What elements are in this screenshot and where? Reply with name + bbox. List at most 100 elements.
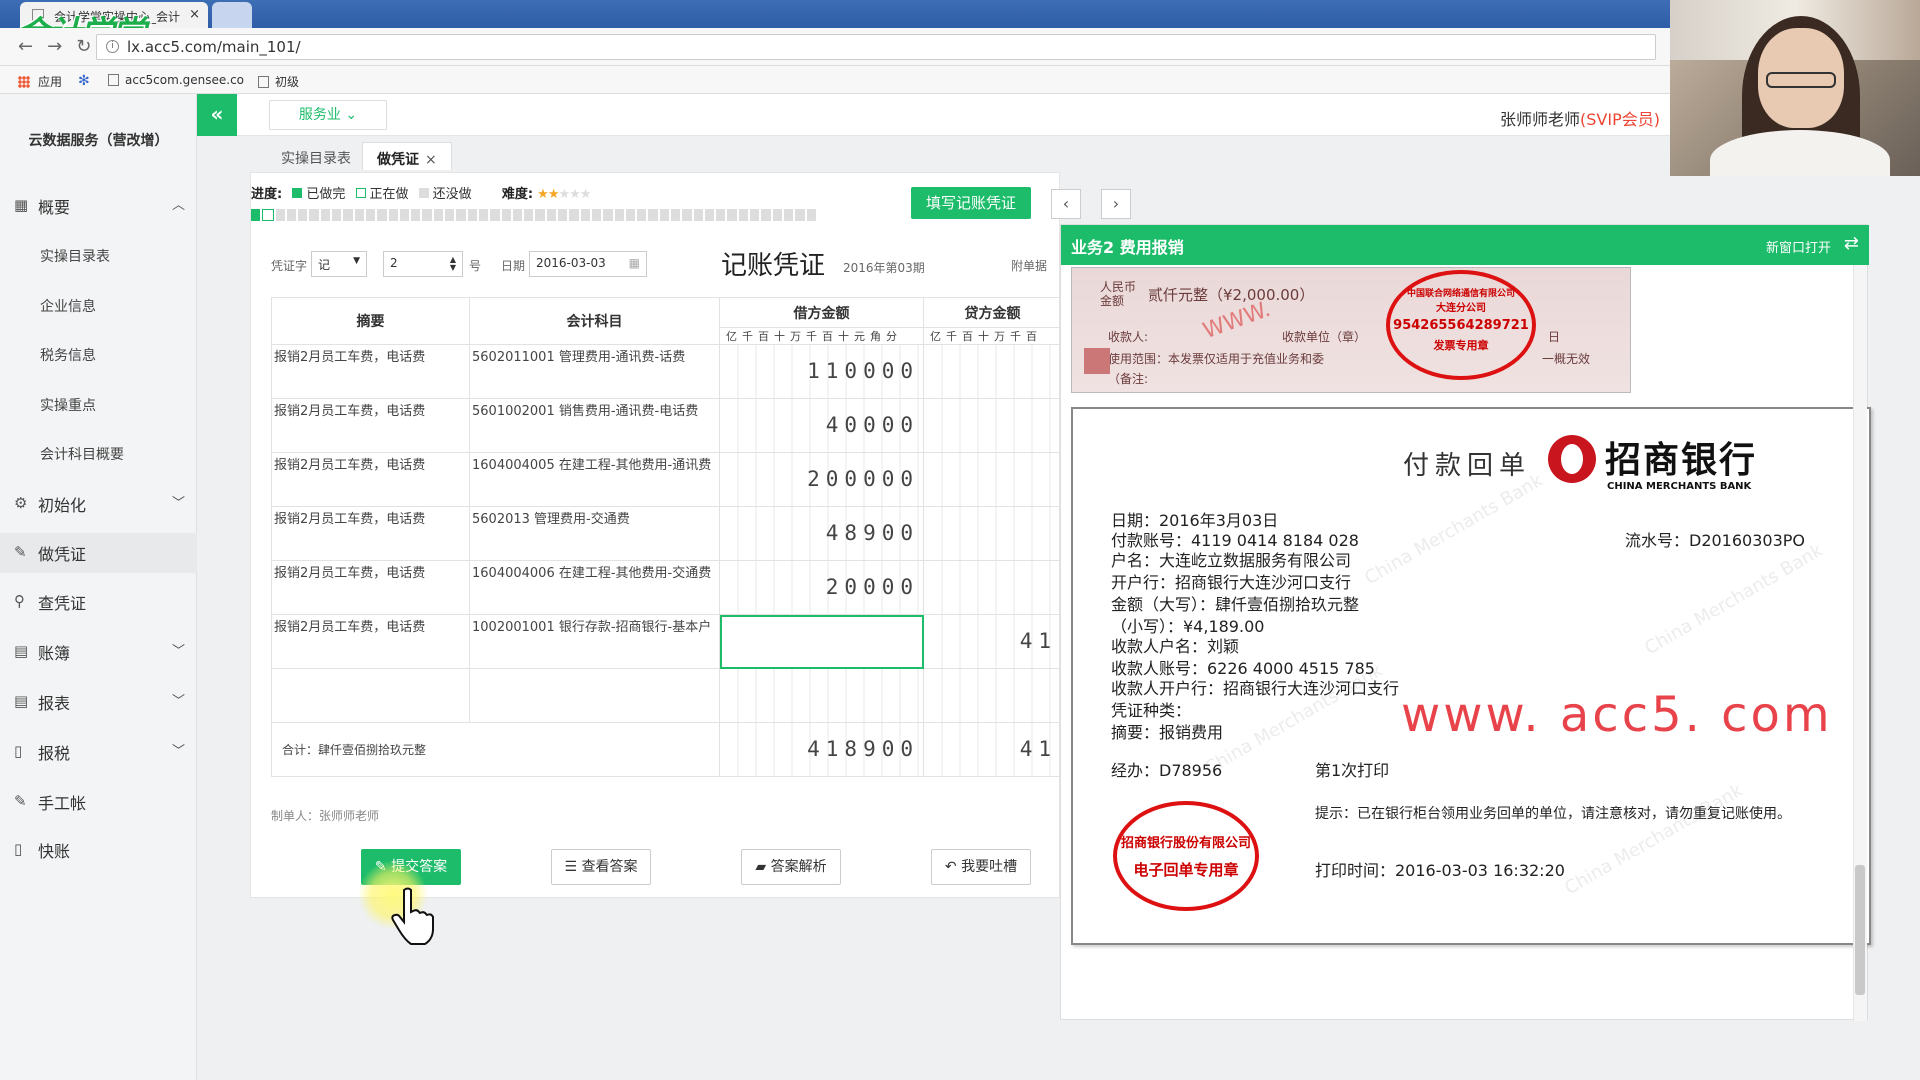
bank-name: 招商银行 [1605, 439, 1758, 481]
apps-grid-icon [18, 76, 30, 88]
sidebar-sub-key-points[interactable]: 实操重点 [40, 395, 96, 415]
close-icon[interactable]: × [189, 7, 200, 22]
scrollbar-thumb[interactable] [1855, 865, 1865, 995]
webcam-body [1710, 130, 1890, 176]
account-cell[interactable]: 5602013 管理费用-交通费 [469, 506, 720, 561]
progress-segment [320, 209, 331, 221]
sidebar-item-ledger[interactable]: ▤ 账簿 ﹀ [0, 632, 197, 672]
prev-button[interactable]: ‹ [1051, 189, 1081, 219]
summary-cell[interactable] [271, 668, 470, 723]
new-tab-button[interactable] [212, 2, 252, 28]
open-new-window-link[interactable]: 新窗口打开 [1766, 237, 1831, 256]
stepper-icon[interactable]: ▲ ▼ [450, 256, 456, 272]
bookmark-gensee[interactable]: acc5com.gensee.co [108, 73, 244, 87]
credit-cell[interactable] [923, 668, 1062, 723]
user-label[interactable]: 张师师老师(SVIP会员) [1500, 106, 1660, 130]
sidebar-item-quick[interactable]: ▯ 快账 [0, 830, 197, 870]
chevron-down-icon: ﹀ [171, 694, 185, 709]
summary-cell[interactable]: 报销2月员工车费，电话费 [271, 614, 470, 669]
page-tabbar: 实操目录表 做凭证 × [197, 136, 1670, 170]
debit-digit-header: 亿千百十万千百十元角分 [719, 327, 924, 345]
debit-cell[interactable]: 200000 [719, 452, 924, 507]
credit-cell[interactable] [923, 344, 1062, 399]
credit-cell[interactable] [923, 398, 1062, 453]
total-debit: 418900 [719, 722, 924, 777]
voucher-word-select[interactable]: 记 ▼ [311, 251, 367, 277]
summary-cell[interactable]: 报销2月员工车费，电话费 [271, 398, 470, 453]
summary-cell[interactable]: 报销2月员工车费，电话费 [271, 560, 470, 615]
sidebar-item-reports[interactable]: ▤ 报表 ﹀ [0, 682, 197, 722]
voucher-date-input[interactable]: 2016-03-03 ▦ [529, 251, 647, 277]
credit-cell[interactable] [923, 452, 1062, 507]
progress-segment [501, 209, 511, 221]
progress-segment [727, 209, 737, 221]
back-icon[interactable]: ← [18, 36, 47, 57]
debit-cell[interactable]: 48900 [719, 506, 924, 561]
credit-cell[interactable] [923, 506, 1062, 561]
sidebar-sub-tax-info[interactable]: 税务信息 [40, 345, 96, 365]
tab-catalog[interactable]: 实操目录表 [267, 142, 365, 170]
account-cell[interactable]: 1002001001 银行存款-招商银行-基本户 [469, 614, 720, 669]
star-icon: ★ [547, 187, 560, 202]
database-icon: ☰ [564, 859, 578, 875]
table-row-empty [271, 668, 1062, 723]
debit-cell[interactable] [719, 614, 924, 669]
nav-icons: ←→↻ [18, 36, 105, 57]
sidebar-item-view-voucher[interactable]: ⚲ 查凭证 [0, 582, 197, 622]
bookmarks-bar: 应用 ✻ acc5com.gensee.co 初级 [0, 66, 1670, 94]
url-input[interactable]: i lx.acc5.com/main_101/ [96, 34, 1656, 60]
receipt-amount: 贰仟元整（¥2,000.00） [1148, 286, 1315, 304]
view-answer-button[interactable]: ☰ 查看答案 [551, 849, 651, 885]
credit-cell[interactable]: 41 [923, 614, 1062, 669]
sidebar-sub-accounts[interactable]: 会计科目概要 [40, 444, 124, 464]
browser-tabstrip: 会计学堂实操中心_会计 × [0, 0, 1670, 28]
bookmark-apps[interactable]: 应用 [18, 73, 62, 90]
account-cell[interactable]: 1604004005 在建工程-其他费用-通讯费 [469, 452, 720, 507]
col-credit-header: 贷方金额 [923, 297, 1062, 328]
debit-cell[interactable]: 110000 [719, 344, 924, 399]
tab-make-voucher[interactable]: 做凭证 × [362, 142, 452, 170]
calendar-icon[interactable]: ▦ [629, 256, 640, 270]
debit-cell[interactable]: 20000 [719, 560, 924, 615]
address-bar: ←→↻ i lx.acc5.com/main_101/ [0, 28, 1670, 66]
summary-cell[interactable]: 报销2月员工车费，电话费 [271, 344, 470, 399]
progress-segment [309, 209, 319, 221]
bookmark-chuji[interactable]: 初级 [258, 73, 299, 90]
forward-icon[interactable]: → [47, 36, 76, 57]
close-icon[interactable]: × [425, 152, 437, 168]
swap-icon[interactable]: ⇄ [1844, 233, 1859, 254]
sidebar-sub-company[interactable]: 企业信息 [40, 296, 96, 316]
debit-cell[interactable] [719, 668, 924, 723]
info-icon[interactable]: i [106, 40, 119, 53]
receipt-mark [1084, 348, 1110, 374]
service-select[interactable]: 服务业 ⌄ [269, 100, 387, 130]
feedback-button[interactable]: ↶ 我要吐槽 [931, 849, 1031, 885]
attachment-panel: 业务2 费用报销 新窗口打开 ⇄ 人民币 金额 贰仟元整（¥2,000.00） … [1060, 224, 1871, 1021]
credit-cell[interactable] [923, 560, 1062, 615]
collapse-sidebar-button[interactable]: « [197, 94, 237, 136]
progress-segment [388, 209, 398, 221]
answer-analysis-button[interactable]: ▰ 答案解析 [741, 849, 841, 885]
next-button[interactable]: › [1101, 189, 1131, 219]
voucher-number-input[interactable]: 2 ▲ ▼ [383, 251, 463, 277]
summary-cell[interactable]: 报销2月员工车费，电话费 [271, 506, 470, 561]
debit-cell[interactable]: 40000 [719, 398, 924, 453]
sidebar-item-init[interactable]: ⚙ 初始化 ﹀ [0, 484, 197, 524]
sidebar-item-manual[interactable]: ✎ 手工帐 [0, 782, 197, 822]
bookmark-baidu[interactable]: ✻ [78, 73, 90, 89]
account-cell[interactable]: 5601002001 销售费用-通讯费-电话费 [469, 398, 720, 453]
summary-cell[interactable]: 报销2月员工车费，电话费 [271, 452, 470, 507]
progress-segment [795, 209, 805, 221]
sidebar-item-make-voucher[interactable]: ✎ 做凭证 [0, 533, 197, 573]
progress-segment [614, 209, 624, 221]
progress-segment [659, 209, 669, 221]
account-cell[interactable] [469, 668, 720, 723]
account-cell[interactable]: 5602011001 管理费用-通讯费-话费 [469, 344, 720, 399]
progress-segment [411, 209, 421, 221]
sidebar-item-overview[interactable]: ▦ 概要 ︿ [0, 186, 197, 226]
account-cell[interactable]: 1604004006 在建工程-其他费用-交通费 [469, 560, 720, 615]
vip-badge: (SVIP会员) [1580, 110, 1660, 129]
sidebar-sub-catalog[interactable]: 实操目录表 [40, 246, 110, 266]
fill-voucher-button[interactable]: 填写记账凭证 [911, 187, 1031, 219]
sidebar-item-tax[interactable]: ▯ 报税 ﹀ [0, 732, 197, 772]
